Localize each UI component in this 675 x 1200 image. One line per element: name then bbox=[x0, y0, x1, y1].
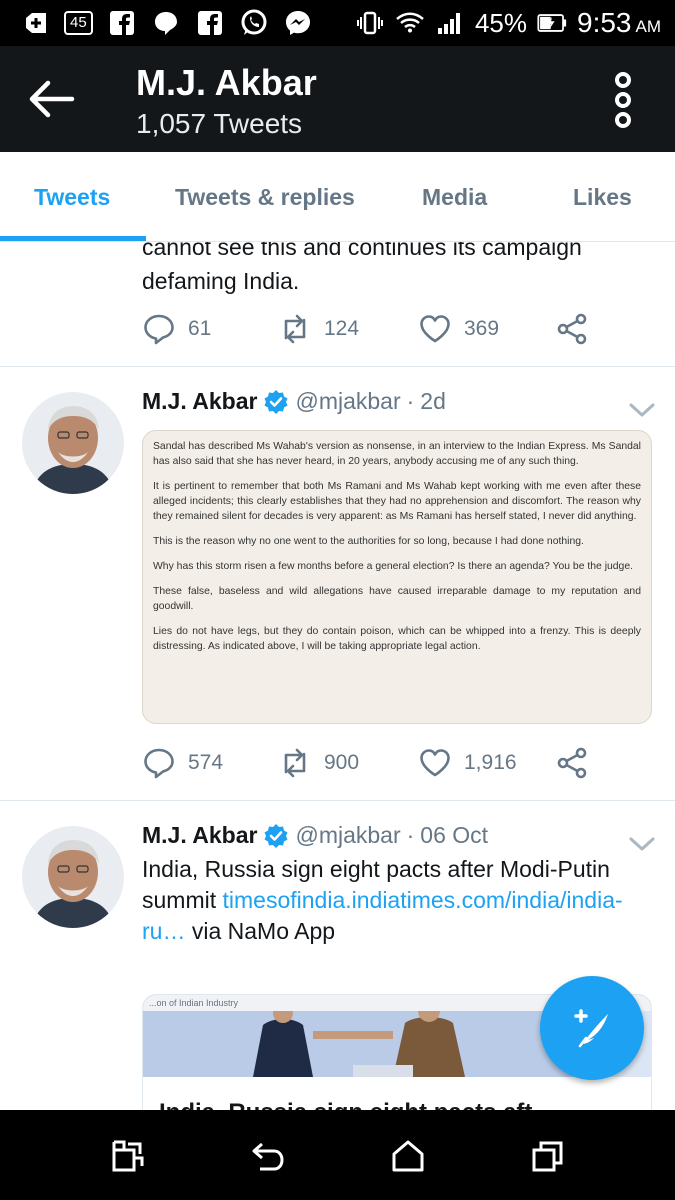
app-bar: M.J. Akbar 1,057 Tweets bbox=[0, 46, 675, 152]
back-nav-icon[interactable] bbox=[250, 1138, 286, 1174]
share-icon bbox=[557, 313, 587, 345]
system-nav-bar bbox=[0, 1110, 675, 1200]
retweet-count: 124 bbox=[324, 317, 360, 340]
avatar[interactable] bbox=[22, 826, 124, 928]
statement-paragraph: Sandal has described Ms Wahab's version … bbox=[153, 441, 641, 467]
notification-count-badge: 45 bbox=[64, 11, 93, 35]
verified-badge-icon bbox=[264, 389, 288, 414]
back-arrow-icon[interactable] bbox=[24, 74, 78, 124]
separator-dot: · bbox=[406, 388, 415, 414]
reply-button[interactable]: 61 bbox=[142, 312, 211, 346]
clock-time: 9:53 bbox=[577, 7, 632, 38]
tab-tweets-and-replies[interactable]: Tweets & replies bbox=[175, 184, 355, 211]
profile-tabs: Tweets Tweets & replies Media Likes bbox=[0, 152, 675, 242]
compose-feather-icon bbox=[574, 1009, 608, 1048]
recent-apps-icon[interactable] bbox=[530, 1138, 566, 1174]
chat-bubble-icon bbox=[151, 8, 181, 38]
reply-icon bbox=[144, 748, 174, 779]
tweet-header: M.J. Akbar @mjakbar · 06 Oct bbox=[142, 822, 488, 849]
chevron-down-icon[interactable] bbox=[628, 834, 656, 854]
facebook-icon-2 bbox=[195, 8, 225, 38]
tweet-header: M.J. Akbar @mjakbar · 2d bbox=[142, 388, 446, 415]
add-box-icon bbox=[20, 8, 50, 38]
tweet-text-partial: cannot see this and continues its campai… bbox=[142, 242, 582, 294]
retweet-icon bbox=[284, 748, 306, 778]
share-icon bbox=[557, 747, 587, 779]
statement-paragraph: It is pertinent to remember that both Ms… bbox=[153, 481, 641, 522]
battery-percent: 45% bbox=[474, 7, 527, 38]
author-name[interactable]: M.J. Akbar bbox=[142, 388, 257, 415]
author-handle: @mjakbar bbox=[295, 388, 401, 414]
via-label: via NaMo App bbox=[191, 918, 336, 944]
reply-icon bbox=[144, 314, 174, 345]
tab-media[interactable]: Media bbox=[422, 184, 487, 211]
separator-dot: · bbox=[406, 822, 415, 848]
statement-paragraph: Why has this storm risen a few months be… bbox=[153, 561, 634, 572]
tweet-divider bbox=[0, 366, 675, 367]
retweet-button[interactable]: 900 bbox=[278, 746, 359, 780]
like-count: 369 bbox=[464, 317, 500, 340]
chevron-down-icon[interactable] bbox=[628, 400, 656, 420]
retweet-icon bbox=[284, 314, 306, 344]
tweet-count: 1,057 Tweets bbox=[136, 108, 303, 139]
share-button[interactable] bbox=[556, 312, 590, 346]
card-title: India, Russia sign eight pacts aft... bbox=[159, 1099, 552, 1110]
statement-paragraph: This is the reason why no one went to th… bbox=[153, 536, 584, 547]
more-options-icon[interactable] bbox=[606, 72, 640, 128]
tweet-divider bbox=[0, 800, 675, 801]
tweet-actions: 574 900 1,916 bbox=[142, 746, 622, 786]
like-count: 1,916 bbox=[464, 751, 517, 774]
tweet-text: India, Russia sign eight pacts after Mod… bbox=[142, 856, 623, 944]
author-handle: @mjakbar bbox=[295, 822, 401, 848]
heart-icon bbox=[420, 749, 450, 777]
whatsapp-icon bbox=[239, 8, 269, 38]
wifi-icon bbox=[395, 8, 425, 38]
tweet-actions: 61 124 369 bbox=[142, 312, 622, 352]
share-button[interactable] bbox=[556, 746, 590, 780]
tweet-date: 2d bbox=[420, 388, 446, 414]
reply-count: 61 bbox=[188, 317, 212, 340]
like-button[interactable]: 1,916 bbox=[418, 746, 517, 780]
author-name[interactable]: M.J. Akbar bbox=[142, 822, 257, 849]
clock-ampm: AM bbox=[635, 17, 662, 36]
tweet-image-statement[interactable]: Sandal has described Ms Wahab's version … bbox=[142, 430, 652, 724]
tweet-date: 06 Oct bbox=[420, 822, 489, 848]
tab-tweets[interactable]: Tweets bbox=[34, 184, 110, 211]
battery-charging-icon bbox=[537, 8, 567, 38]
messenger-icon bbox=[283, 8, 313, 38]
statement-paragraph: Lies do not have legs, but they do conta… bbox=[153, 626, 641, 652]
screenshot-icon[interactable] bbox=[110, 1138, 146, 1174]
statement-paragraph: These false, baseless and wild allegatio… bbox=[153, 586, 641, 612]
signal-icon bbox=[435, 8, 465, 38]
like-button[interactable]: 369 bbox=[418, 312, 499, 346]
reply-count: 574 bbox=[188, 751, 224, 774]
active-tab-indicator bbox=[0, 236, 146, 241]
facebook-icon bbox=[107, 8, 137, 38]
status-bar: 45 45% 9:53 AM bbox=[0, 0, 675, 46]
profile-title: M.J. Akbar bbox=[136, 62, 317, 103]
compose-tweet-button[interactable] bbox=[540, 976, 644, 1080]
heart-icon bbox=[420, 315, 450, 343]
vibrate-icon bbox=[355, 8, 385, 38]
home-icon[interactable] bbox=[390, 1138, 426, 1174]
retweet-count: 900 bbox=[324, 751, 360, 774]
tab-likes[interactable]: Likes bbox=[573, 184, 632, 211]
avatar[interactable] bbox=[22, 392, 124, 494]
reply-button[interactable]: 574 bbox=[142, 746, 223, 780]
verified-badge-icon bbox=[264, 823, 288, 848]
retweet-button[interactable]: 124 bbox=[278, 312, 359, 346]
